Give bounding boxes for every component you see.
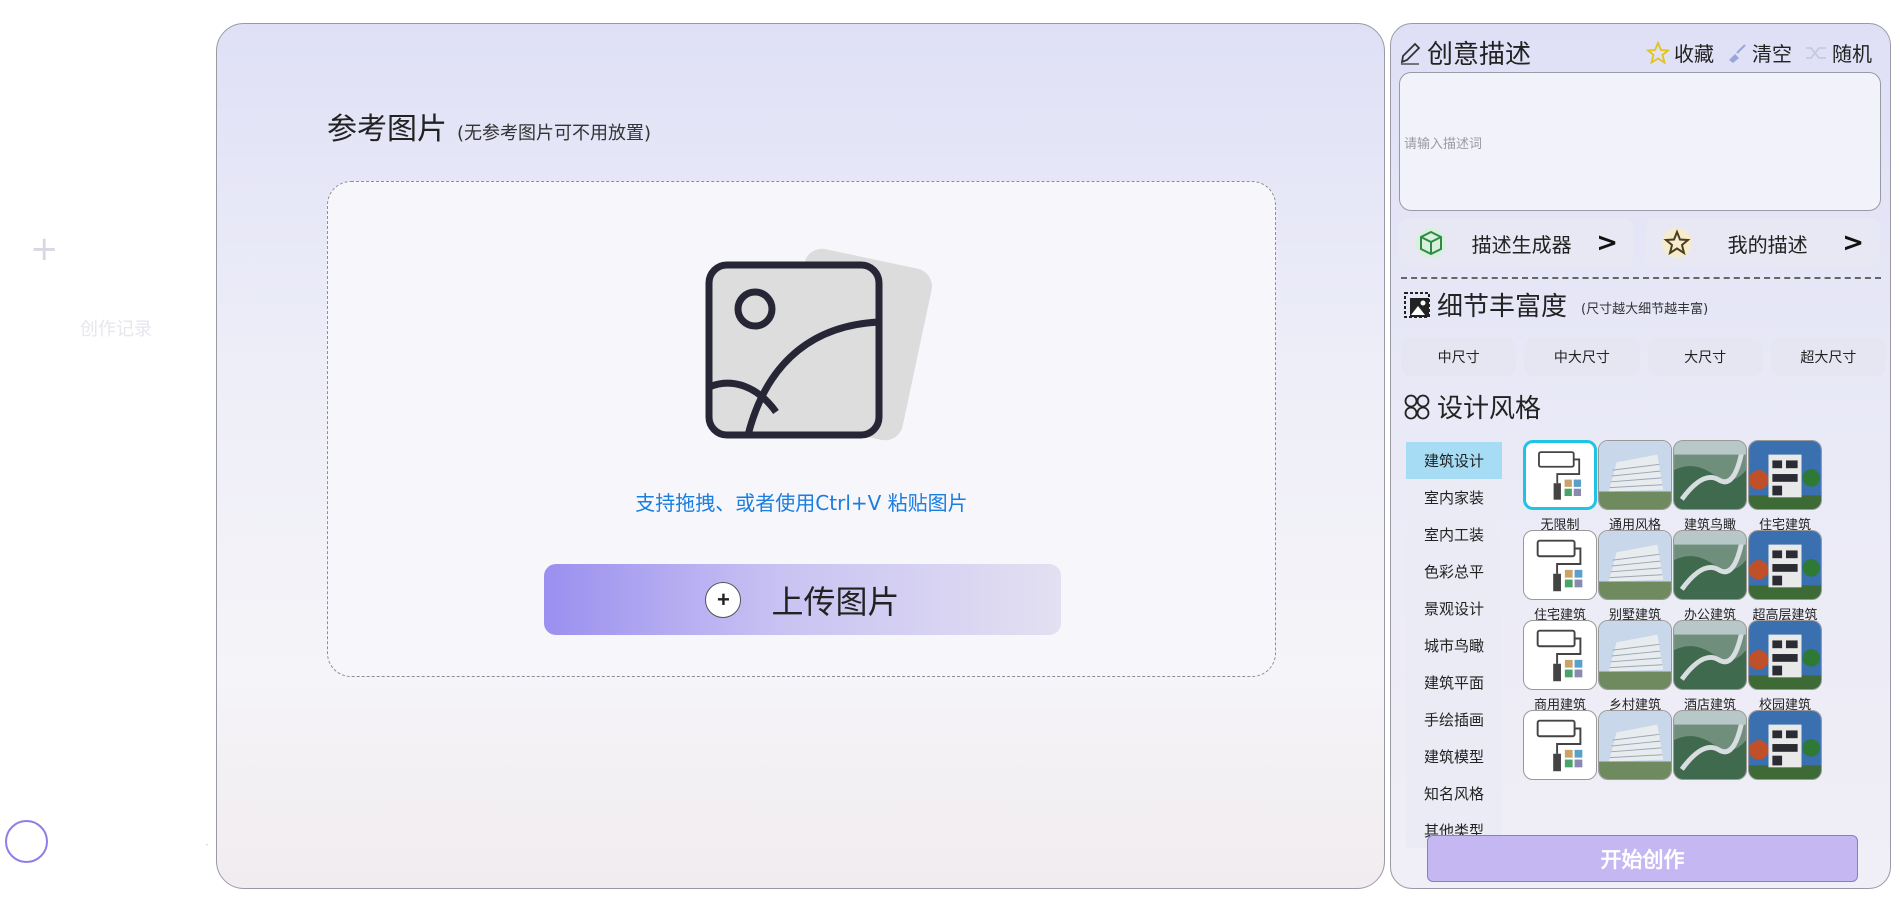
image-dropzone[interactable]: 支持拖拽、或者使用Ctrl+V 粘贴图片 + 上传图片	[327, 181, 1276, 677]
category-item[interactable]: 色彩总平	[1406, 553, 1502, 590]
image-placeholder-icon	[705, 248, 932, 441]
style-title: 设计风格	[1437, 394, 1542, 424]
aerial-style-thumbnail	[1673, 710, 1747, 780]
category-item[interactable]: 景观设计	[1406, 590, 1502, 627]
unlimited-style-thumbnail	[1523, 440, 1597, 510]
size-option[interactable]: 超大尺寸	[1770, 338, 1886, 376]
style-tile[interactable]: 酒店建筑	[1673, 620, 1747, 713]
user-avatar[interactable]	[5, 820, 48, 863]
style-tile[interactable]: 乡村建筑	[1598, 620, 1672, 713]
style-tile[interactable]: 住宅建筑	[1748, 440, 1822, 533]
unlimited-style-thumbnail	[1523, 530, 1597, 600]
size-options: 中尺寸 中大尺寸 大尺寸 超大尺寸	[1401, 338, 1886, 376]
reference-title: 参考图片	[327, 112, 447, 147]
detail-title: 细节丰富度	[1437, 292, 1568, 322]
style-tile[interactable]: 无限制	[1523, 440, 1597, 533]
image-detail-icon	[1404, 291, 1430, 318]
aerial-style-thumbnail	[1673, 620, 1747, 690]
description-title: 创意描述	[1427, 40, 1532, 70]
history-label[interactable]: 创作记录	[80, 315, 152, 341]
start-creation-button[interactable]: 开始创作	[1427, 835, 1858, 882]
star-outline-icon	[1662, 228, 1692, 258]
clear-button[interactable]: 清空	[1726, 38, 1792, 67]
aerial-style-thumbnail	[1673, 440, 1747, 510]
my-description-button[interactable]: 我的描述 >	[1645, 218, 1880, 268]
reference-title-row: 参考图片 (无参考图片可不用放置)	[327, 104, 651, 148]
building-style-thumbnail	[1598, 530, 1672, 600]
random-label: 随机	[1832, 42, 1872, 66]
settings-panel: 创意描述 收藏 清空 随机 描述生成器 > 我的描述 >	[1390, 23, 1891, 889]
size-option[interactable]: 大尺寸	[1647, 338, 1763, 376]
grid-style-icon	[1404, 394, 1430, 419]
style-tile[interactable]: 建筑鸟瞰	[1673, 440, 1747, 533]
style-tile[interactable]: 校园建筑	[1748, 620, 1822, 713]
category-item[interactable]: 建筑模型	[1406, 738, 1502, 775]
style-tile[interactable]: 住宅建筑	[1523, 530, 1597, 623]
description-header: 创意描述	[1399, 34, 1531, 71]
reference-subtitle: (无参考图片可不用放置)	[457, 123, 652, 144]
style-tile[interactable]: 超高层建筑	[1748, 530, 1822, 623]
description-generator-button[interactable]: 描述生成器 >	[1399, 218, 1634, 268]
generator-label: 描述生成器	[1471, 232, 1572, 257]
building-style-thumbnail	[1598, 710, 1672, 780]
unlimited-style-thumbnail	[1523, 710, 1597, 780]
shuffle-icon	[1806, 46, 1826, 59]
category-item[interactable]: 建筑平面	[1406, 664, 1502, 701]
reference-image-panel: 参考图片 (无参考图片可不用放置) 支持拖拽、或者使用Ctrl+V 粘贴图片 +…	[216, 23, 1385, 889]
aerial-style-thumbnail	[1673, 530, 1747, 600]
building-style-thumbnail	[1598, 620, 1672, 690]
description-input[interactable]	[1399, 72, 1881, 211]
style-tile[interactable]: 通用风格	[1598, 440, 1672, 533]
category-item[interactable]: 室内工装	[1406, 516, 1502, 553]
house-style-thumbnail	[1748, 620, 1822, 690]
category-item[interactable]: 知名风格	[1406, 775, 1502, 812]
random-button[interactable]: 随机	[1804, 38, 1872, 67]
category-item[interactable]: 室内家装	[1406, 479, 1502, 516]
house-style-thumbnail	[1748, 530, 1822, 600]
app-root: + 创作记录 · 参考图片 (无参考图片可不用放置) 支持拖拽、或者使用Ctrl…	[0, 0, 1900, 903]
upload-label: 上传图片	[771, 583, 900, 620]
style-tile[interactable]	[1673, 710, 1747, 784]
broom-icon	[1729, 43, 1746, 63]
category-item[interactable]: 城市鸟瞰	[1406, 627, 1502, 664]
favorite-label: 收藏	[1674, 42, 1714, 66]
building-style-thumbnail	[1598, 440, 1672, 510]
drop-hint-text: 支持拖拽、或者使用Ctrl+V 粘贴图片	[635, 491, 968, 515]
unlimited-style-thumbnail	[1523, 620, 1597, 690]
style-category-list: 建筑设计 室内家装 室内工装 色彩总平 景观设计 城市鸟瞰 建筑平面 手绘插画 …	[1406, 442, 1502, 848]
favorite-button[interactable]: 收藏	[1646, 38, 1714, 67]
style-tile[interactable]	[1523, 710, 1597, 784]
detail-subtitle: (尺寸越大细节越丰富)	[1581, 302, 1709, 317]
detail-header: 细节丰富度 (尺寸越大细节越丰富)	[1403, 286, 1708, 323]
category-item[interactable]: 建筑设计	[1406, 442, 1502, 479]
divider-dot: ·	[205, 838, 209, 852]
style-tile[interactable]	[1598, 710, 1672, 784]
description-tools: 收藏 清空 随机	[1646, 38, 1872, 67]
style-tile[interactable]: 商用建筑	[1523, 620, 1597, 713]
style-tile[interactable]	[1748, 710, 1822, 784]
style-tile[interactable]: 办公建筑	[1673, 530, 1747, 623]
cube-icon	[1416, 228, 1446, 258]
upload-image-button[interactable]: + 上传图片	[544, 564, 1061, 635]
new-creation-plus-icon[interactable]: +	[30, 232, 59, 266]
pencil-icon	[1400, 42, 1421, 65]
house-style-thumbnail	[1748, 440, 1822, 510]
star-icon	[1646, 40, 1670, 64]
house-style-thumbnail	[1748, 710, 1822, 780]
size-option[interactable]: 中大尺寸	[1524, 338, 1640, 376]
style-tile[interactable]: 别墅建筑	[1598, 530, 1672, 623]
style-header: 设计风格	[1403, 388, 1541, 425]
plus-icon: +	[705, 581, 742, 618]
my-description-label: 我的描述	[1727, 232, 1808, 257]
style-grid: 无限制 通用风格 建筑鸟瞰 住宅建筑 住宅建筑 别墅建筑 办公建筑 超高层建筑 商用建筑 乡村建筑…	[1518, 440, 1888, 848]
category-item[interactable]: 手绘插画	[1406, 701, 1502, 738]
section-divider	[1401, 277, 1881, 279]
size-option[interactable]: 中尺寸	[1401, 338, 1517, 376]
clear-label: 清空	[1752, 42, 1792, 66]
chevron-right-icon: >	[1596, 228, 1618, 258]
chevron-right-icon: >	[1842, 228, 1864, 258]
